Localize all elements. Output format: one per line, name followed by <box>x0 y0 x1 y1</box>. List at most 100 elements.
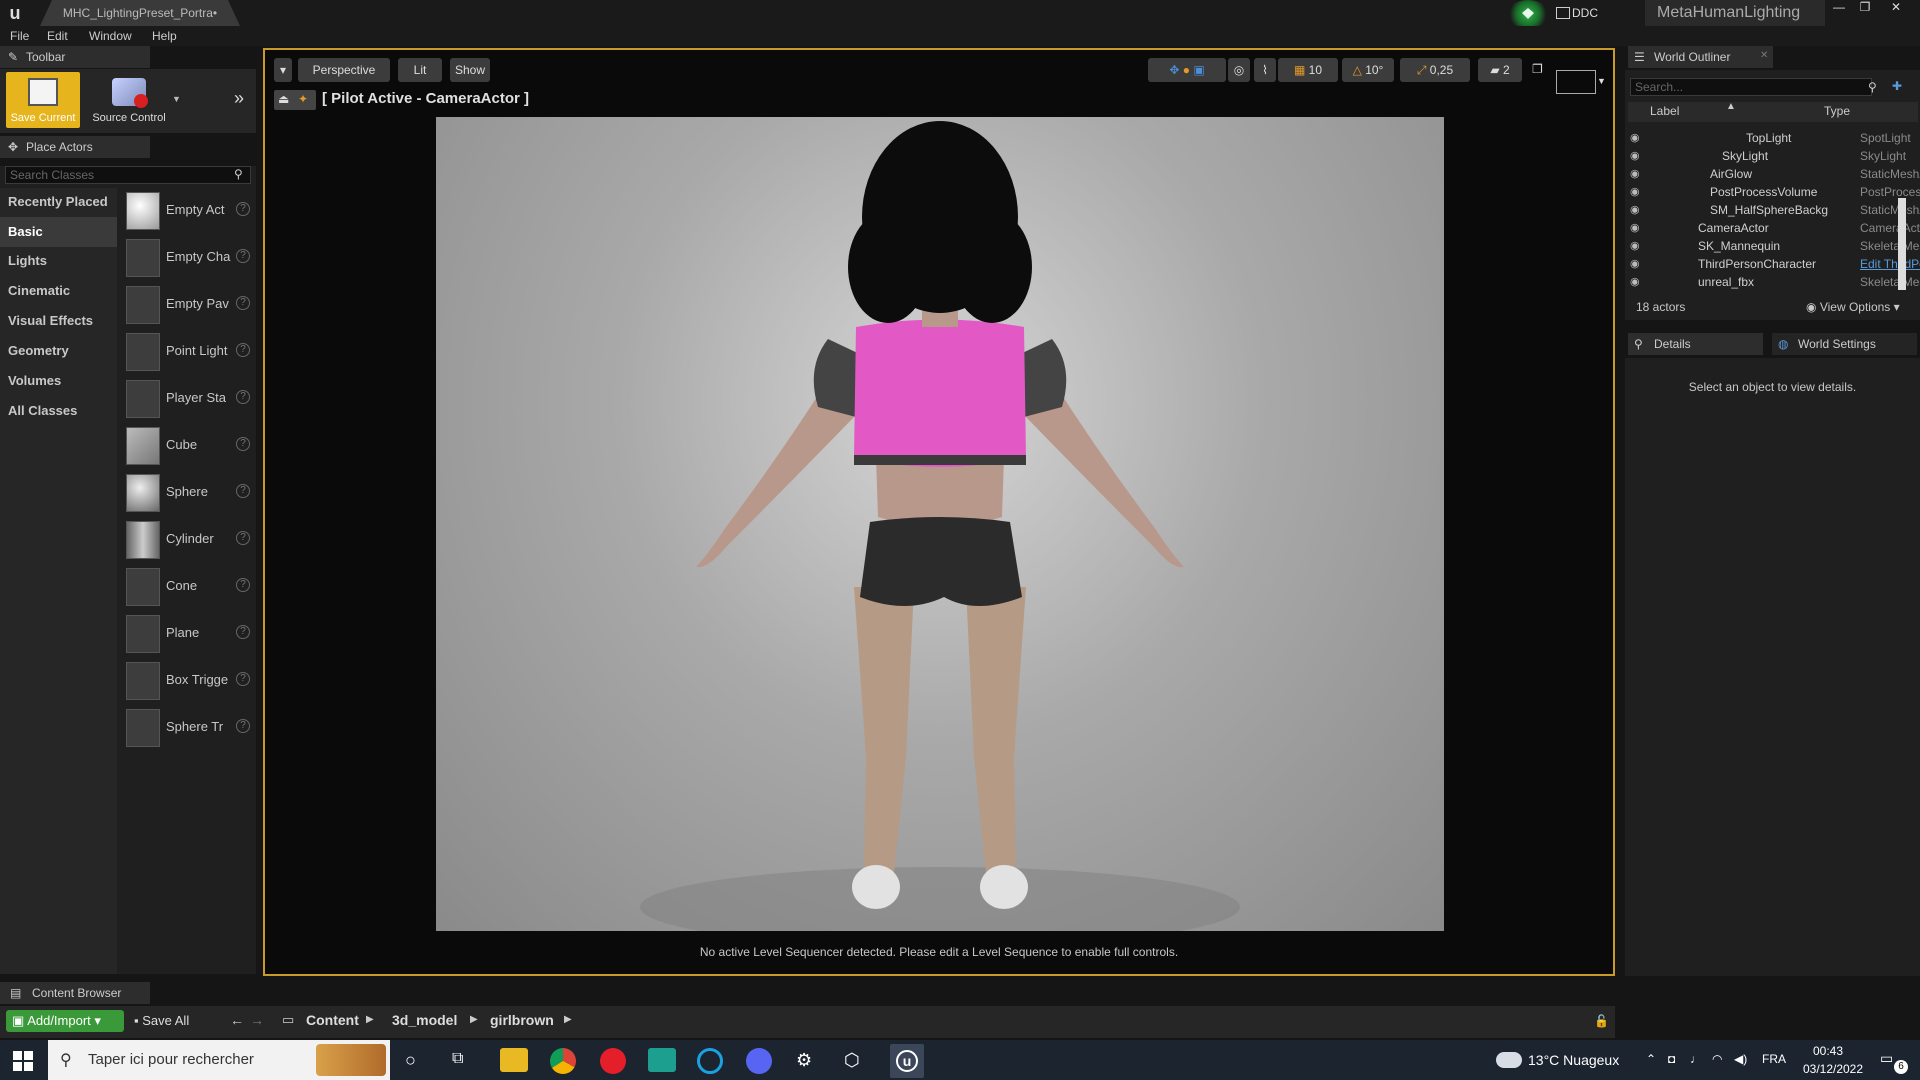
category-all-classes[interactable]: All Classes <box>0 396 117 426</box>
breadcrumb-content[interactable]: Content <box>306 1012 364 1028</box>
help-icon[interactable]: ? <box>236 202 250 216</box>
task-view-icon[interactable]: ⧉ <box>452 1050 474 1068</box>
world-local-icon[interactable]: ◎ <box>1228 58 1250 82</box>
outliner-row[interactable]: ◉ PostProcessVolume PostProcess\ <box>1630 183 1920 201</box>
3d-viewer-icon[interactable]: ⬡ <box>844 1050 866 1071</box>
clock-time[interactable]: 00:43 <box>1798 1044 1858 1058</box>
perspective-button[interactable]: Perspective <box>298 58 390 82</box>
opera-icon[interactable] <box>600 1048 626 1074</box>
actor-cylinder[interactable]: Cylinder ? <box>124 517 254 564</box>
category-basic[interactable]: Basic <box>0 217 117 247</box>
visibility-eye-icon[interactable]: ◉ <box>1630 201 1648 219</box>
actor-empty-pawn[interactable]: Empty Pav ? <box>124 282 254 329</box>
eject-icon[interactable]: ⏏ <box>278 92 289 106</box>
ddc-label[interactable]: DDC <box>1572 4 1632 22</box>
outliner-search-input[interactable]: Search... <box>1630 78 1872 96</box>
clock-date[interactable]: 03/12/2022 <box>1798 1062 1868 1076</box>
back-arrow-icon[interactable]: ← <box>230 1012 244 1028</box>
actor-box-trigger[interactable]: Box Trigge ? <box>124 658 254 705</box>
help-icon[interactable]: ? <box>236 578 250 592</box>
visibility-eye-icon[interactable]: ◉ <box>1630 129 1648 147</box>
pilot-controls[interactable]: ⏏ ✦ <box>274 90 316 110</box>
help-icon[interactable]: ? <box>236 249 250 263</box>
maya-icon[interactable] <box>648 1048 676 1072</box>
toolbar-tab[interactable]: Toolbar <box>0 46 150 68</box>
menu-help[interactable]: Help <box>152 26 177 46</box>
actor-cone[interactable]: Cone ? <box>124 564 254 611</box>
visibility-eye-icon[interactable]: ◉ <box>1630 273 1648 291</box>
menu-edit[interactable]: Edit <box>47 26 68 46</box>
breadcrumb-girlbrown[interactable]: girlbrown <box>490 1012 560 1028</box>
unreal-logo-icon[interactable]: u <box>4 2 26 24</box>
layout-dropdown-icon[interactable]: ▼ <box>1597 76 1607 86</box>
maximize-viewport-icon[interactable]: ❐ <box>1532 62 1546 76</box>
category-recently-placed[interactable]: Recently Placed <box>0 187 117 217</box>
source-control-button[interactable]: Source Control <box>86 72 176 128</box>
world-settings-tab[interactable]: World Settings <box>1772 333 1917 355</box>
scale-snap-button[interactable]: ⤢ 0,25 <box>1400 58 1470 82</box>
translate-icon[interactable]: ✥ <box>1169 63 1179 77</box>
outliner-row[interactable]: ◉ unreal_fbx SkeletalMesh <box>1630 273 1920 291</box>
close-tab-icon[interactable]: ✕ <box>1760 50 1770 62</box>
category-volumes[interactable]: Volumes <box>0 366 117 396</box>
outliner-row[interactable]: ◉ SkyLight SkyLight <box>1630 147 1906 165</box>
outliner-row[interactable]: ◉ SM_HalfSphereBackg StaticMeshAc <box>1630 201 1920 219</box>
webcam-icon[interactable]: ◘ <box>1668 1052 1684 1066</box>
discord-icon[interactable] <box>746 1048 772 1074</box>
help-icon[interactable]: ? <box>236 437 250 451</box>
rotate-icon[interactable]: ● <box>1183 63 1190 77</box>
category-geometry[interactable]: Geometry <box>0 336 117 366</box>
actor-sphere-trigger[interactable]: Sphere Tr ? <box>124 705 254 752</box>
visibility-eye-icon[interactable]: ◉ <box>1630 165 1648 183</box>
layout-icon[interactable] <box>1556 70 1596 94</box>
scale-icon[interactable]: ▣ <box>1193 63 1204 77</box>
show-button[interactable]: Show <box>450 58 490 82</box>
scene-render[interactable] <box>436 117 1444 931</box>
outliner-scrollbar[interactable] <box>1898 198 1906 290</box>
windows-start-icon[interactable] <box>12 1050 34 1072</box>
outliner-row[interactable]: ◉ TopLight SpotLight <box>1630 129 1911 147</box>
maximize-button[interactable]: ❐ <box>1854 0 1876 14</box>
lit-button[interactable]: Lit <box>398 58 442 82</box>
world-outliner-tab[interactable]: World Outliner <box>1628 46 1773 68</box>
visibility-eye-icon[interactable]: ◉ <box>1630 147 1648 165</box>
close-button[interactable]: ✕ <box>1885 0 1907 14</box>
forward-arrow-icon[interactable]: → <box>250 1012 264 1028</box>
minimize-button[interactable]: — <box>1828 0 1850 14</box>
file-explorer-icon[interactable] <box>500 1048 528 1072</box>
wifi-icon[interactable]: ◠ <box>1712 1052 1728 1066</box>
visibility-eye-icon[interactable]: ◉ <box>1630 237 1648 255</box>
rotation-snap-button[interactable]: △ 10° <box>1342 58 1394 82</box>
visibility-eye-icon[interactable]: ◉ <box>1630 255 1648 273</box>
cortana-icon[interactable]: ○ <box>405 1050 427 1071</box>
sort-icon[interactable]: ▲ <box>1726 101 1738 112</box>
transform-tools[interactable]: ✥ ● ▣ <box>1148 58 1226 82</box>
help-icon[interactable]: ? <box>236 296 250 310</box>
camera-speed-button[interactable]: ▰ 2 <box>1478 58 1522 82</box>
help-icon[interactable]: ? <box>236 484 250 498</box>
help-icon[interactable]: ? <box>236 343 250 357</box>
settings-gear-icon[interactable]: ⚙ <box>796 1050 818 1071</box>
content-browser-tab[interactable]: ▤ Content Browser <box>0 982 150 1004</box>
chevron-up-icon[interactable]: ⌃ <box>1646 1052 1662 1066</box>
menu-file[interactable]: File <box>10 26 29 46</box>
category-cinematic[interactable]: Cinematic <box>0 276 117 306</box>
help-icon[interactable]: ? <box>236 672 250 686</box>
menu-window[interactable]: Window <box>89 26 132 46</box>
outliner-row[interactable]: ◉ AirGlow StaticMeshAc <box>1630 165 1920 183</box>
actor-cube[interactable]: Cube ? <box>124 423 254 470</box>
actor-player-start[interactable]: Player Sta ? <box>124 376 254 423</box>
column-label-header[interactable]: Label <box>1650 104 1710 118</box>
actor-sphere[interactable]: Sphere ? <box>124 470 254 517</box>
c-app-icon[interactable] <box>697 1048 723 1074</box>
details-tab[interactable]: Details <box>1628 333 1763 355</box>
category-visual-effects[interactable]: Visual Effects <box>0 306 117 336</box>
column-type-header[interactable]: Type <box>1824 104 1884 118</box>
ddc-status-icon[interactable] <box>1506 0 1550 28</box>
viewport-options-button[interactable]: ▾ <box>274 58 292 82</box>
help-icon[interactable]: ? <box>236 625 250 639</box>
help-icon[interactable]: ? <box>236 531 250 545</box>
visibility-eye-icon[interactable]: ◉ <box>1630 183 1648 201</box>
category-lights[interactable]: Lights <box>0 246 117 276</box>
search-classes-input[interactable]: Search Classes <box>5 166 251 184</box>
